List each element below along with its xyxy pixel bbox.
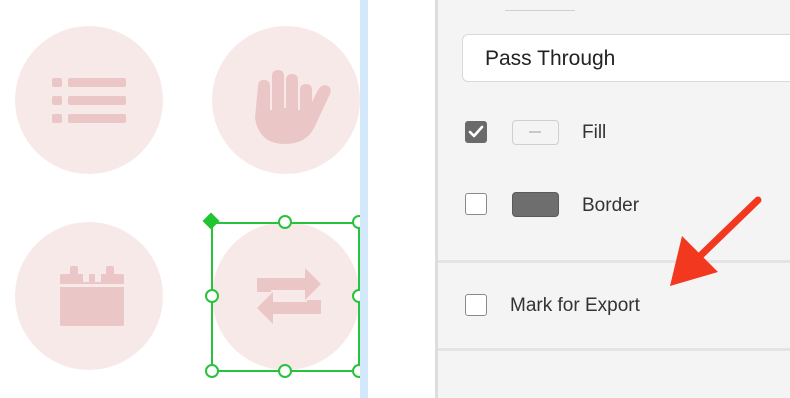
- section-divider-bottom: [438, 348, 790, 351]
- repeat-icon-circle[interactable]: [212, 222, 360, 370]
- canvas-background: [368, 0, 435, 398]
- artboard-canvas: [0, 0, 360, 398]
- border-checkbox[interactable]: [465, 193, 487, 215]
- border-label: Border: [582, 195, 640, 216]
- list-icon: [52, 78, 126, 123]
- hand-icon: [255, 70, 331, 144]
- resize-handle-bottom[interactable]: [278, 364, 292, 378]
- resize-handle-bottom-left[interactable]: [205, 364, 219, 378]
- fill-checkbox[interactable]: [465, 121, 487, 143]
- mark-for-export-checkbox[interactable]: [465, 294, 487, 316]
- mark-for-export-label: Mark for Export: [510, 295, 640, 316]
- calendar-icon-circle[interactable]: [15, 222, 163, 370]
- repeat-icon: [257, 268, 321, 324]
- border-color-swatch[interactable]: [512, 192, 559, 217]
- fill-color-swatch[interactable]: [512, 120, 559, 145]
- list-icon-circle[interactable]: [15, 26, 163, 174]
- inspector-top-rule: [505, 10, 575, 11]
- resize-handle-left[interactable]: [205, 289, 219, 303]
- annotation-arrow-icon: [670, 196, 762, 286]
- fill-label: Fill: [582, 122, 607, 143]
- calendar-icon: [60, 266, 124, 326]
- hand-icon-circle[interactable]: [212, 26, 360, 174]
- resize-handle-top[interactable]: [278, 215, 292, 229]
- blend-mode-value: Pass Through: [485, 47, 616, 70]
- artboard-edge-guide: [360, 0, 368, 398]
- no-fill-dash-icon: [529, 131, 541, 133]
- blend-mode-select[interactable]: Pass Through: [462, 34, 790, 82]
- checkmark-icon: [468, 125, 484, 138]
